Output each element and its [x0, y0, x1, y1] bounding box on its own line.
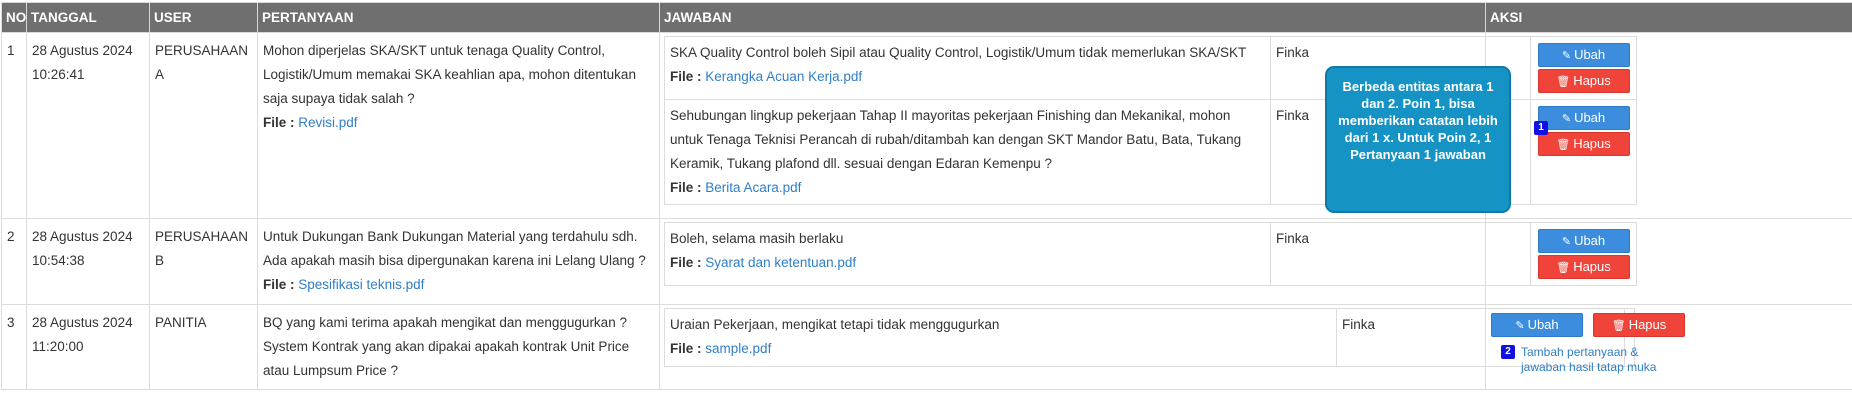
- ubah-button[interactable]: ✎ Ubah: [1491, 313, 1583, 337]
- question-text: Untuk Dukungan Bank Dukungan Material ya…: [263, 229, 646, 268]
- trash-icon: 🗑: [1556, 76, 1571, 88]
- date-text: 28 Agustus 2024: [32, 315, 133, 330]
- question-text: BQ yang kami terima apakah mengikat dan …: [263, 315, 630, 378]
- row-user: PERUSAHAAN A: [149, 32, 258, 219]
- answer-text: SKA Quality Control boleh Sipil atau Qua…: [670, 45, 1247, 60]
- row-date: 28 Agustus 2024 10:26:41: [26, 32, 150, 219]
- annotation-badge: 2: [1501, 345, 1515, 359]
- row-aksi: 1: [1485, 32, 1852, 219]
- file-label: File :: [670, 341, 702, 356]
- row-question: BQ yang kami terima apakah mengikat dan …: [257, 304, 660, 390]
- file-label: File :: [670, 255, 702, 270]
- row-no: 1: [1, 32, 27, 219]
- button-label: Hapus: [1628, 317, 1667, 332]
- row-aksi: ✎ Ubah 🗑 Hapus 2 Tambah pertanyaan & jawab…: [1485, 304, 1852, 390]
- table-row: 2 28 Agustus 2024 10:54:38 PERUSAHAAN B …: [1, 218, 1852, 305]
- button-label: Hapus: [1573, 259, 1611, 274]
- file-link[interactable]: Revisi.pdf: [298, 115, 357, 130]
- answer-text: Uraian Pekerjaan, mengikat tetapi tidak …: [670, 317, 1000, 332]
- answer-text: Boleh, selama masih berlaku: [670, 231, 844, 246]
- time-text: 10:54:38: [32, 253, 85, 268]
- answer-file: File : Kerangka Acuan Kerja.pdf: [670, 65, 1265, 89]
- question-text: Mohon diperjelas SKA/SKT untuk tenaga Qu…: [263, 43, 636, 106]
- answer-cell: Sehubungan lingkup pekerjaan Tahap II ma…: [664, 99, 1271, 205]
- question-file: File : Revisi.pdf: [263, 111, 654, 135]
- time-text: 11:20:00: [32, 339, 84, 354]
- file-link[interactable]: Kerangka Acuan Kerja.pdf: [705, 69, 862, 84]
- header-user: USER: [149, 2, 258, 33]
- annotation-badge: 1: [1534, 120, 1548, 135]
- qa-table: NO TANGGAL USER PERTANYAAN JAWABAN AKSI …: [1, 2, 1852, 390]
- file-link[interactable]: Syarat dan ketentuan.pdf: [705, 255, 856, 270]
- file-label: File :: [263, 277, 295, 292]
- button-label: Ubah: [1527, 317, 1559, 332]
- date-text: 28 Agustus 2024: [32, 43, 133, 58]
- header-pertanyaan: PERTANYAAN: [257, 2, 660, 33]
- row-question: Mohon diperjelas SKA/SKT untuk tenaga Qu…: [257, 32, 660, 219]
- button-label: Hapus: [1573, 136, 1611, 151]
- table-row: 3 28 Agustus 2024 11:20:00 PANITIA BQ ya…: [1, 304, 1852, 390]
- user-text: A: [155, 67, 165, 82]
- user-text: B: [155, 253, 165, 268]
- row-answers: Boleh, selama masih berlaku File : Syara…: [659, 218, 1637, 305]
- trash-icon: 🗑: [1556, 139, 1571, 151]
- file-label: File :: [670, 69, 702, 84]
- add-question-link[interactable]: Tambah pertanyaan & jawaban hasil tatap …: [1521, 345, 1681, 375]
- row-no: 2: [1, 218, 27, 305]
- answer-text: Sehubungan lingkup pekerjaan Tahap II ma…: [670, 108, 1242, 171]
- button-label: Ubah: [1574, 47, 1606, 62]
- row-user: PANITIA: [149, 304, 258, 390]
- button-label: Ubah: [1574, 233, 1606, 248]
- table-row: 1 28 Agustus 2024 10:26:41 PERUSAHAAN A …: [1, 32, 1852, 219]
- table-header-row: NO TANGGAL USER PERTANYAAN JAWABAN AKSI: [1, 2, 1852, 33]
- user-text: PANITIA: [155, 315, 207, 330]
- answer-file: File : Syarat dan ketentuan.pdf: [670, 251, 1265, 275]
- file-link[interactable]: sample.pdf: [705, 341, 771, 356]
- edit-icon: ✎: [1561, 236, 1572, 248]
- edit-icon: ✎: [1561, 50, 1572, 62]
- header-aksi: AKSI: [1485, 2, 1852, 33]
- date-text: 28 Agustus 2024: [32, 229, 133, 244]
- answer-file: File : Berita Acara.pdf: [670, 176, 1265, 200]
- row-question: Untuk Dukungan Bank Dukungan Material ya…: [257, 218, 660, 305]
- time-text: 10:26:41: [32, 67, 85, 82]
- edit-icon: ✎: [1561, 113, 1572, 125]
- aksi-buttons: ✎ Ubah 🗑 Hapus: [1491, 311, 1848, 339]
- row-aksi: [1485, 218, 1852, 305]
- row-user: PERUSAHAAN B: [149, 218, 258, 305]
- header-tanggal: TANGGAL: [26, 2, 150, 33]
- answer-cell: Uraian Pekerjaan, mengikat tetapi tidak …: [664, 308, 1337, 367]
- aksi-note: 2 Tambah pertanyaan & jawaban hasil tata…: [1491, 345, 1848, 375]
- button-label: Ubah: [1574, 110, 1606, 125]
- trash-icon: 🗑: [1611, 320, 1626, 332]
- answer-cell: SKA Quality Control boleh Sipil atau Qua…: [664, 36, 1271, 100]
- header-jawaban: JAWABAN: [659, 2, 1486, 33]
- file-link[interactable]: Berita Acara.pdf: [705, 180, 801, 195]
- file-label: File :: [263, 115, 295, 130]
- hapus-button[interactable]: 🗑 Hapus: [1593, 313, 1685, 337]
- header-no: NO: [1, 2, 27, 33]
- file-label: File :: [670, 180, 702, 195]
- trash-icon: 🗑: [1556, 262, 1571, 274]
- question-file: File : Spesifikasi teknis.pdf: [263, 273, 654, 297]
- row-no: 3: [1, 304, 27, 390]
- file-link[interactable]: Spesifikasi teknis.pdf: [298, 277, 424, 292]
- user-text: PERUSAHAAN: [155, 229, 249, 244]
- answer-file: File : sample.pdf: [670, 337, 1331, 361]
- row-answers: Uraian Pekerjaan, mengikat tetapi tidak …: [659, 304, 1635, 390]
- button-label: Hapus: [1573, 73, 1611, 88]
- user-text: PERUSAHAAN: [155, 43, 249, 58]
- edit-icon: ✎: [1515, 320, 1525, 332]
- row-date: 28 Agustus 2024 10:54:38: [26, 218, 150, 305]
- answer-cell: Boleh, selama masih berlaku File : Syara…: [664, 222, 1271, 286]
- annotation-tooltip: Berbeda entitas antara 1 dan 2. Poin 1, …: [1325, 66, 1511, 213]
- row-date: 28 Agustus 2024 11:20:00: [26, 304, 150, 390]
